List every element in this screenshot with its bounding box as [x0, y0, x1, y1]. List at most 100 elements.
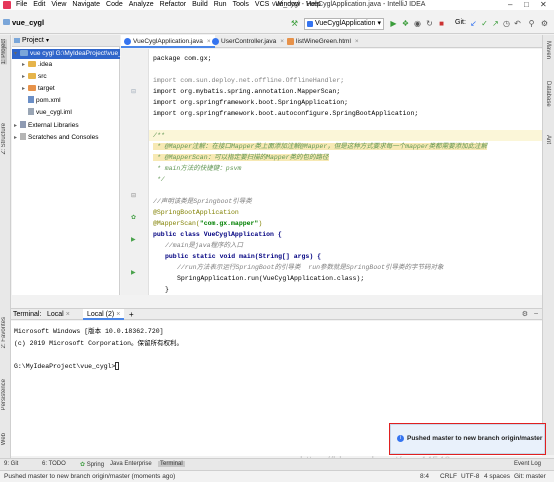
tool-tab-ant[interactable]: Ant	[545, 135, 551, 144]
tree-item-src[interactable]: ▸ src	[22, 72, 47, 82]
settings-icon[interactable]: ⚙	[540, 19, 549, 28]
git-commit-icon[interactable]: ✓	[480, 19, 489, 28]
tool-tab-project[interactable]: 1: Project	[1, 39, 7, 65]
menu-vcs[interactable]: VCS	[255, 1, 269, 8]
tool-tab-persistence[interactable]: Persistence	[1, 379, 7, 410]
file-encoding[interactable]: UTF-8	[461, 473, 479, 480]
tree-item-scratches[interactable]: ▸ Scratches and Consoles	[14, 133, 98, 143]
git-push-icon[interactable]: ↗	[491, 19, 500, 28]
code-line: import org.mybatis.spring.annotation.Map…	[153, 86, 340, 97]
code-line: public static void main(String[] args) {	[165, 251, 321, 262]
tree-item-external-libraries[interactable]: ▸ External Libraries	[14, 121, 79, 131]
menu-navigate[interactable]: Navigate	[72, 1, 100, 8]
code-line: import com.sun.deploy.net.offline.Offlin…	[153, 75, 344, 86]
tree-item-pom[interactable]: pom.xml	[28, 96, 61, 106]
minimize-icon[interactable]: –	[508, 0, 512, 9]
minimize-panel-icon[interactable]: –	[534, 310, 538, 317]
folder-icon	[28, 85, 36, 91]
tab-listwinegreen[interactable]: listWineGreen.html ×	[284, 35, 363, 48]
terminal-prompt: G:\MyIdeaProject\vue_cygl>	[14, 362, 120, 370]
terminal-tab-local[interactable]: Local ×	[43, 309, 74, 320]
title-bar: File Edit View Navigate Code Analyze Ref…	[0, 0, 554, 10]
code-line: * @Mapper注解：在接口Mapper类上面添加注解@Mapper，但是这种…	[153, 141, 488, 152]
menu-file[interactable]: File	[16, 1, 27, 8]
terminal-tab-local-2[interactable]: Local (2) ×	[83, 309, 125, 320]
push-notification[interactable]: i Pushed master to new branch origin/mas…	[389, 423, 546, 455]
tool-tab-maven[interactable]: Maven	[545, 41, 551, 59]
menu-tools[interactable]: Tools	[233, 1, 249, 8]
close-tab-icon[interactable]: ×	[355, 38, 359, 45]
code-editor[interactable]: package com.gx; import com.sun.deploy.ne…	[149, 49, 542, 295]
close-tab-icon[interactable]: ×	[66, 311, 70, 318]
profile-icon[interactable]: ↻	[425, 19, 434, 28]
git-branch[interactable]: Git: master	[514, 473, 546, 480]
code-text: * @MapperScan：可以指定要扫描的Mapper类的包的路径	[153, 154, 329, 161]
breadcrumb[interactable]: vue_cygl	[12, 18, 44, 27]
caret-position[interactable]: 8:4	[420, 473, 429, 480]
menu-code[interactable]: Code	[106, 1, 123, 8]
close-icon[interactable]: ✕	[540, 0, 547, 9]
add-terminal-icon[interactable]: +	[129, 310, 134, 319]
menu-edit[interactable]: Edit	[33, 1, 45, 8]
search-icon[interactable]: ⚲	[527, 19, 536, 28]
menu-build[interactable]: Build	[192, 1, 208, 8]
run-gutter-icon[interactable]: ▶	[131, 270, 138, 277]
tool-tab-terminal[interactable]: Terminal	[158, 461, 185, 467]
code-text: SpringApplication.run(VueCyglApplication…	[177, 275, 365, 282]
indent-setting[interactable]: 4 spaces	[484, 473, 510, 480]
status-message[interactable]: Pushed master to new branch origin/maste…	[4, 473, 175, 480]
code-text: @MapperScan(	[153, 220, 200, 227]
fold-icon[interactable]: ⊟	[131, 193, 138, 200]
code-line: import org.springframework.boot.SpringAp…	[153, 97, 348, 108]
tree-item-idea[interactable]: ▸ .idea	[22, 60, 52, 70]
tab-label: UserController.java	[221, 38, 277, 45]
java-class-icon	[212, 38, 219, 45]
line-separator[interactable]: CRLF	[440, 473, 457, 480]
stop-icon[interactable]: ■	[437, 19, 446, 28]
code-text: /**	[153, 132, 165, 139]
tool-tab-database[interactable]: Database	[545, 81, 551, 107]
spring-bean-icon[interactable]: ✿	[131, 215, 138, 222]
project-panel-title[interactable]: Project	[22, 37, 44, 44]
code-text: //run方法表示运行SpringBoot的引导类 run参数就是SpringB…	[177, 264, 444, 271]
tool-tab-event-log[interactable]: Event Log	[514, 461, 541, 467]
tree-item-target[interactable]: ▸ target	[22, 84, 55, 94]
run-icon[interactable]: ▶	[389, 19, 398, 28]
tab-vuecyglapplication[interactable]: VueCyglApplication.java ×	[121, 35, 215, 48]
hammer-icon[interactable]: ⚒	[290, 19, 299, 28]
close-tab-icon[interactable]: ×	[116, 311, 120, 318]
folder-icon	[20, 50, 28, 56]
tool-tab-todo[interactable]: 6: TODO	[42, 461, 66, 467]
tool-tab-java-enterprise[interactable]: Java Enterprise	[110, 461, 152, 467]
coverage-icon[interactable]: ◉	[413, 19, 422, 28]
menu-run[interactable]: Run	[214, 1, 227, 8]
fold-icon[interactable]: ⊟	[131, 89, 138, 96]
menu-refactor[interactable]: Refactor	[160, 1, 186, 8]
file-icon	[28, 108, 34, 115]
gear-icon[interactable]: ⚙	[522, 310, 528, 318]
tree-item-root[interactable]: ▾ vue cygl G:\MyIdeaProject\vue_cyl	[12, 49, 130, 59]
menu-view[interactable]: View	[51, 1, 66, 8]
git-label: Git:	[455, 19, 466, 26]
tool-tab-web[interactable]: Web	[1, 433, 7, 445]
code-line: import org.springframework.boot.autoconf…	[153, 108, 418, 119]
tree-item-iml[interactable]: vue_cygl.iml	[28, 108, 72, 118]
rollback-icon[interactable]: ↶	[513, 19, 522, 28]
tree-item-label: .idea	[38, 61, 53, 68]
tool-tab-git[interactable]: 9: Git	[4, 461, 18, 467]
tab-usercontroller[interactable]: UserController.java ×	[209, 35, 288, 48]
chevron-down-icon[interactable]: ▾	[46, 37, 49, 44]
tool-tab-structure[interactable]: Z: Structure	[1, 123, 7, 154]
terminal-tab-label: Local (2)	[87, 311, 115, 318]
run-gutter-icon[interactable]: ▶	[131, 237, 138, 244]
code-text: }	[165, 286, 169, 293]
status-bar: Pushed master to new branch origin/maste…	[0, 470, 554, 482]
tool-tab-favorites[interactable]: 2: Favorites	[1, 317, 7, 348]
run-config-select[interactable]: VueCyglApplication ▾	[304, 18, 384, 30]
history-icon[interactable]: ◷	[502, 19, 511, 28]
debug-icon[interactable]: ❖	[401, 19, 410, 28]
tool-tab-spring[interactable]: ✿ Spring	[80, 461, 104, 468]
menu-analyze[interactable]: Analyze	[129, 1, 154, 8]
maximize-icon[interactable]: □	[524, 0, 529, 9]
git-update-icon[interactable]: ↙	[469, 19, 478, 28]
